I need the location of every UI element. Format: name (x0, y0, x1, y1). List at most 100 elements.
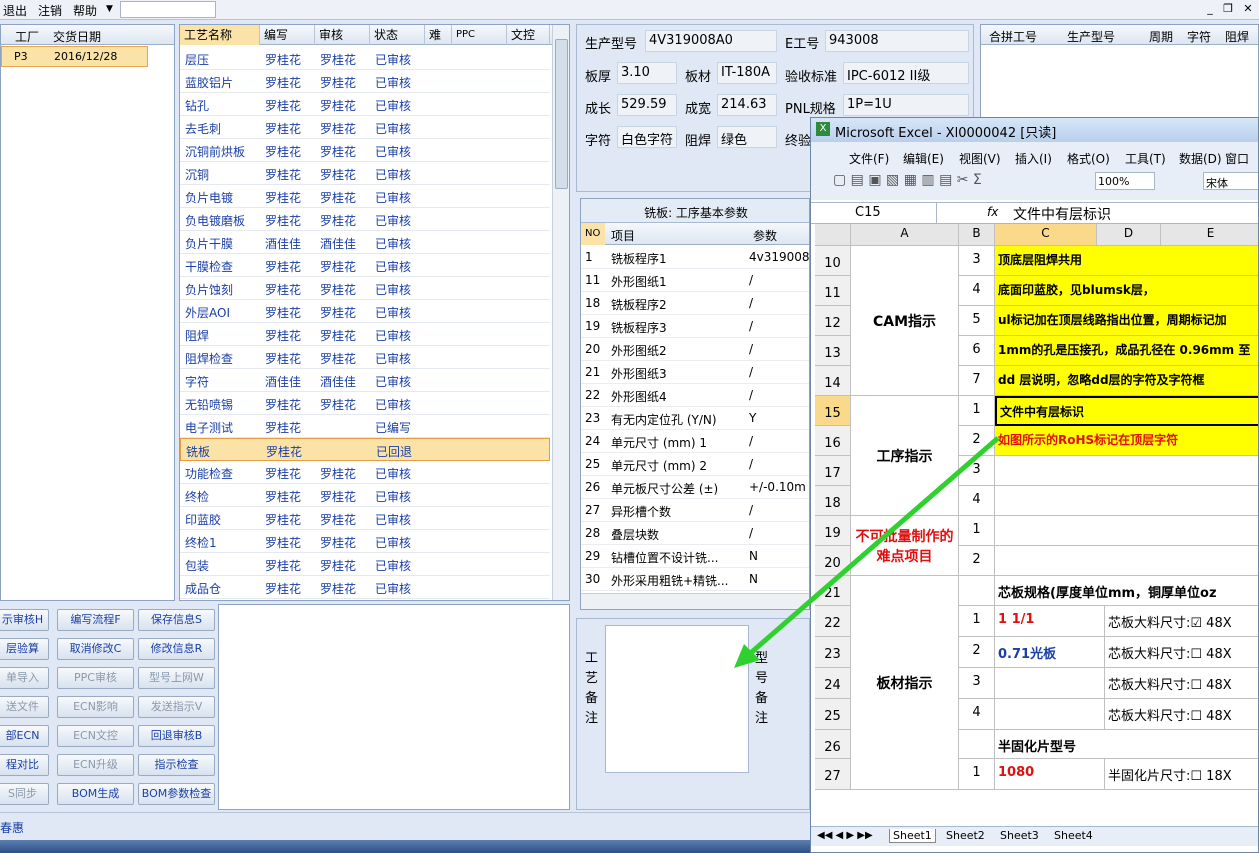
row-header[interactable]: 11 (815, 276, 851, 306)
cell-c[interactable]: 1080 (995, 759, 1105, 790)
param-row[interactable]: 30 外形采用粗铣+精铣... N (581, 568, 809, 591)
column-header[interactable]: B (959, 224, 995, 246)
function-icon[interactable]: fx (987, 205, 998, 219)
process-row[interactable]: 印蓝胶 罗桂花 罗桂花 已审核 (180, 507, 550, 530)
params-hscrollbar[interactable] (581, 593, 809, 609)
group-label-cam[interactable]: CAM指示 (851, 246, 959, 396)
param-row[interactable]: 1 铣板程序1 4v319008 (581, 246, 809, 269)
param-row[interactable]: 26 单元板尺寸公差 (±) +/-0.10m (581, 476, 809, 499)
row-header[interactable]: 18 (815, 486, 851, 516)
cell-c[interactable] (995, 668, 1105, 699)
param-row[interactable]: 25 单元尺寸 (mm) 2 / (581, 453, 809, 476)
menu-logout[interactable]: 注销 (38, 2, 62, 19)
col-delivery-date[interactable]: 交货日期 (53, 28, 101, 45)
process-row[interactable]: 钻孔 罗桂花 罗桂花 已审核 (180, 93, 550, 116)
group-label-hard[interactable]: 不可批量制作的难点项目 (851, 516, 959, 576)
close-icon[interactable]: ✕ (1240, 1, 1256, 17)
cell-d[interactable]: 芯板大料尺寸:☐ 48X (1105, 699, 1258, 730)
action-button[interactable]: 程对比 (0, 754, 49, 776)
cell-c[interactable]: 顶底层阻焊共用 (995, 246, 1258, 276)
param-row[interactable]: 29 钻槽位置不设计铣... N (581, 545, 809, 568)
col-item[interactable]: 项目 (611, 227, 635, 244)
cell-b[interactable] (959, 576, 995, 606)
cell-b[interactable] (959, 730, 995, 759)
menu-exit[interactable]: 退出 (3, 2, 27, 19)
col-merge-char[interactable]: 字符 (1187, 28, 1211, 45)
col-no[interactable]: NO (581, 223, 605, 245)
cell-c[interactable] (995, 699, 1105, 730)
col-status[interactable]: 状态 (370, 25, 425, 45)
param-row[interactable]: 23 有无内定位孔 (Y/N) Y (581, 407, 809, 430)
excel-name-box[interactable]: C15 (815, 203, 937, 223)
excel-window[interactable]: X Microsoft Excel - Xl0000042 [只读] 文件(F)… (810, 117, 1259, 853)
cell-b[interactable]: 2 (959, 426, 995, 456)
process-grid-scrollbar[interactable] (552, 25, 569, 600)
param-row[interactable]: 24 单元尺寸 (mm) 1 / (581, 430, 809, 453)
restore-icon[interactable]: ❐ (1220, 1, 1236, 17)
row-header[interactable]: 16 (815, 426, 851, 456)
row-header[interactable]: 27 (815, 759, 851, 790)
row-header[interactable]: 13 (815, 336, 851, 366)
action-button[interactable]: ECN升级 (57, 754, 134, 776)
excel-menu-item[interactable]: 窗口 (1225, 150, 1249, 167)
process-row[interactable]: 无铅喷锡 罗桂花 罗桂花 已审核 (180, 392, 550, 415)
col-merge-eno[interactable]: 合拼工号 (989, 28, 1037, 45)
action-button[interactable]: PPC审核 (57, 667, 134, 689)
row-header[interactable]: 15 (815, 396, 851, 426)
excel-toolbar-icons[interactable]: ▢ ▤ ▣ ▧ ▦ ▥ ▤ ✂ Σ (833, 172, 982, 188)
sheet-tab[interactable]: Sheet1 (889, 829, 936, 843)
cell-b[interactable]: 3 (959, 668, 995, 699)
process-row[interactable]: 层压 罗桂花 罗桂花 已审核 (180, 47, 550, 70)
cell-b[interactable]: 3 (959, 246, 995, 276)
action-button[interactable]: ECN文控 (57, 725, 134, 747)
row-header[interactable]: 20 (815, 546, 851, 576)
row-header[interactable]: 25 (815, 699, 851, 730)
param-row[interactable]: 21 外形图纸3 / (581, 361, 809, 384)
column-header[interactable]: C (995, 224, 1097, 246)
cell-c[interactable]: 如图所示的RoHS标记在顶层字符 (995, 426, 1258, 456)
col-merge-model[interactable]: 生产型号 (1067, 28, 1115, 45)
col-param[interactable]: 参数 (753, 227, 777, 244)
action-button[interactable]: 示审核H (0, 609, 49, 631)
excel-menu-item[interactable]: 数据(D) (1179, 150, 1222, 167)
process-row[interactable]: 蓝胶铝片 罗桂花 罗桂花 已审核 (180, 70, 550, 93)
memo-panel[interactable] (218, 604, 570, 810)
row-header[interactable]: 19 (815, 516, 851, 546)
cell-c[interactable]: 半固化片型号 (995, 730, 1258, 759)
help-dropdown-icon[interactable]: ▼ (106, 4, 113, 14)
cell-c[interactable]: 1 1/1 (995, 606, 1105, 637)
action-button[interactable]: S同步 (0, 783, 49, 805)
param-row[interactable]: 27 异形槽个数 / (581, 499, 809, 522)
action-button[interactable]: ECN影响 (57, 696, 134, 718)
action-button[interactable]: 编写流程F (57, 609, 134, 631)
col-factory[interactable]: 工厂 (15, 28, 39, 45)
process-row[interactable]: 沉铜前烘板 罗桂花 罗桂花 已审核 (180, 139, 550, 162)
cell-d[interactable]: 芯板大料尺寸:☐ 48X (1105, 637, 1258, 668)
column-header[interactable]: A (851, 224, 959, 246)
excel-font[interactable]: 宋体 (1203, 172, 1258, 190)
cell-c[interactable]: 底面印蓝胶，见blumsk层， (995, 276, 1258, 306)
cell-c[interactable] (995, 486, 1258, 516)
action-button[interactable]: 取消修改C (57, 638, 134, 660)
sheet-tab[interactable]: Sheet4 (1051, 829, 1096, 842)
group-label-board[interactable]: 板材指示 (851, 576, 959, 790)
process-row[interactable]: 终检1 罗桂花 罗桂花 已审核 (180, 530, 550, 553)
col-author[interactable]: 编写 (260, 25, 315, 45)
cell-b[interactable]: 1 (959, 759, 995, 790)
column-header[interactable] (815, 224, 851, 246)
cell-d[interactable]: 芯板大料尺寸:☑ 48X (1105, 606, 1258, 637)
cell-b[interactable]: 5 (959, 306, 995, 336)
excel-menu-item[interactable]: 格式(O) (1067, 150, 1110, 167)
process-row[interactable]: 电子测试 罗桂花 已编写 (180, 415, 550, 438)
cell-c[interactable] (995, 456, 1258, 486)
column-header[interactable]: E (1161, 224, 1258, 246)
row-header[interactable]: 17 (815, 456, 851, 486)
action-button[interactable]: 保存信息S (138, 609, 215, 631)
col-reviewer[interactable]: 审核 (315, 25, 370, 45)
action-button[interactable]: 回退审核B (138, 725, 215, 747)
minimize-icon[interactable]: _ (1202, 1, 1218, 17)
order-row[interactable]: P3 2016/12/28 (1, 46, 148, 67)
row-header[interactable]: 23 (815, 637, 851, 668)
action-button[interactable]: 送文件 (0, 696, 49, 718)
process-row[interactable]: 干膜检查 罗桂花 罗桂花 已审核 (180, 254, 550, 277)
